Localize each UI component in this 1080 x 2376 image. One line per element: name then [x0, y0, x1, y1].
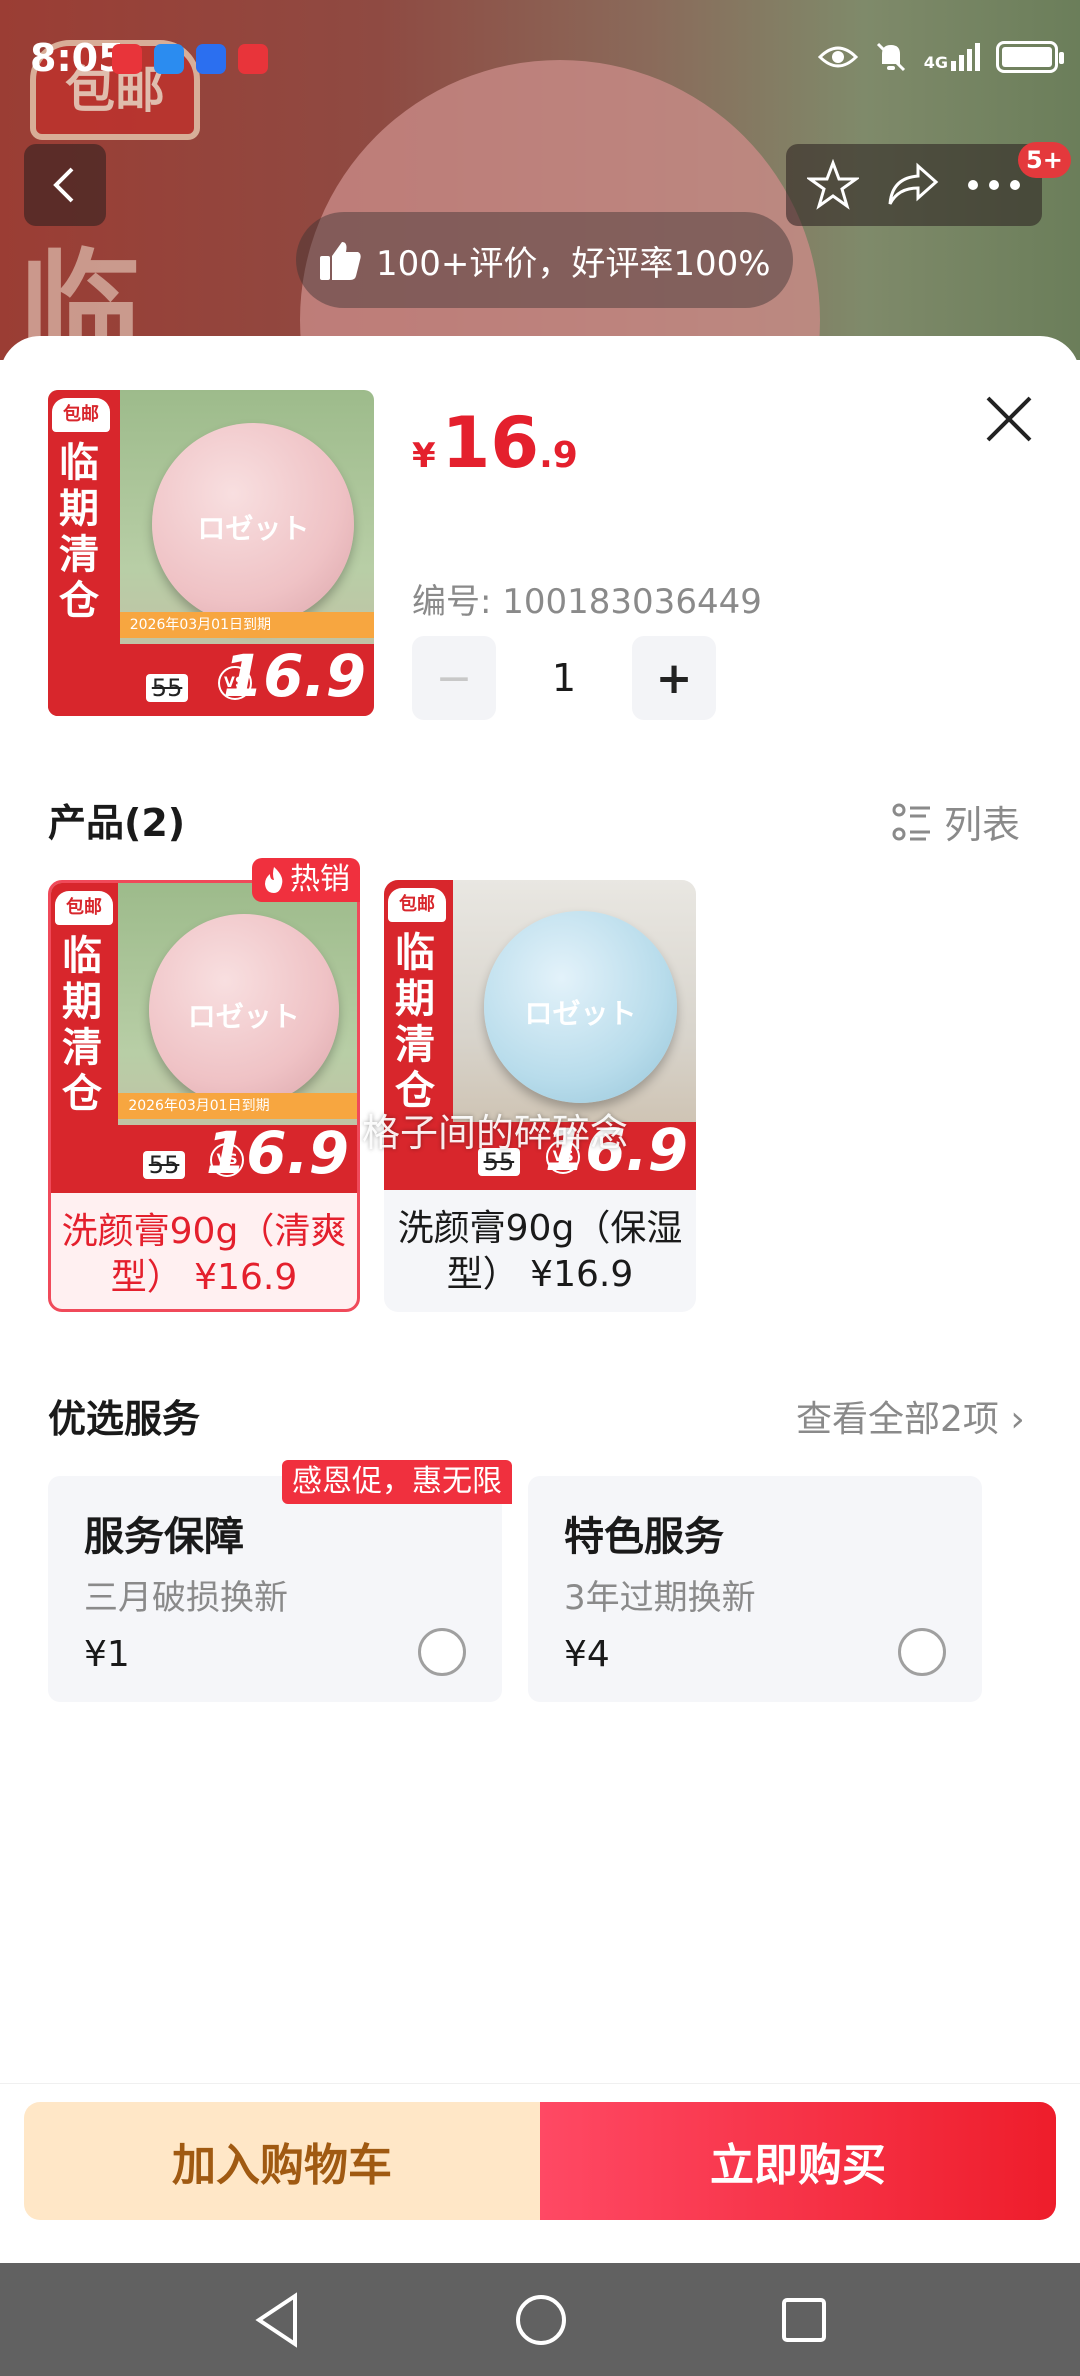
art-vertical-words: 临期清仓 [62, 933, 102, 1117]
system-navigation-bar [0, 2263, 1080, 2376]
network-type: 4G [923, 53, 948, 72]
art-old-price: 55 [145, 674, 189, 702]
review-text: 100+评价，好评率100% [376, 243, 771, 284]
sku-selector-sheet: 包邮 临期清仓 ロゼット 2026年03月01日到期 55 VS 16.9 ¥ … [0, 336, 1080, 2263]
add-to-cart-button[interactable]: 加入购物车 [24, 2102, 540, 2220]
service-subtitle: 三月破损换新 [84, 1578, 288, 1618]
back-button[interactable] [24, 144, 106, 226]
art-brand: ロゼット [197, 512, 310, 546]
more-icon[interactable] [967, 179, 1021, 191]
sku-number: 编号: 100183036449 [412, 582, 762, 622]
action-bar: 加入购物车 立即购买 [0, 2083, 1080, 2263]
product-option-image: 包邮 临期清仓 ロゼット 2026年03月01日到期 55 VS 16.9 [51, 883, 357, 1193]
chevron-left-icon [53, 167, 74, 203]
art-logo: 包邮 [388, 888, 446, 922]
hot-sale-badge: 热销 [252, 858, 360, 902]
art-expiry-date: 2026年03月01日到期 [118, 1092, 357, 1119]
decrease-button[interactable]: − [412, 636, 496, 720]
art-old-price: 55 [142, 1151, 186, 1179]
art-brand: ロゼット [187, 999, 300, 1033]
review-summary[interactable]: 100+评价，好评率100% [296, 212, 793, 308]
price-integer: 16 [441, 402, 540, 484]
mute-bell-icon [876, 42, 905, 72]
nav-recents-icon[interactable] [779, 2295, 829, 2345]
star-icon[interactable] [807, 159, 860, 211]
art-new-price: 16.9 [205, 1119, 349, 1187]
service-subtitle: 3年过期换新 [564, 1578, 756, 1618]
increase-button[interactable]: + [632, 636, 716, 720]
app-notification-icon [112, 44, 142, 74]
app-notification-icon [238, 44, 268, 74]
art-logo: 包邮 [52, 398, 110, 432]
watermark-text: 格子间的碎碎念 [362, 1111, 629, 1155]
hot-sale-label: 热销 [290, 862, 350, 897]
weather-notification-icon [196, 44, 226, 74]
product-art: 包邮 临期清仓 ロゼット 2026年03月01日到期 55 VS 16.9 [51, 883, 357, 1193]
status-bar: 8:05 4G [0, 0, 1080, 118]
art-vertical-words: 临期清仓 [395, 930, 435, 1114]
buy-now-button[interactable]: 立即购买 [540, 2102, 1056, 2220]
list-view-toggle[interactable]: 列表 [892, 794, 1020, 849]
product-option-card[interactable]: 包邮 临期清仓 ロゼット 2026年03月01日到期 55 VS 16.9 洗颜… [48, 880, 360, 1312]
product-option-card[interactable]: 包邮 临期清仓 ロゼット 55 VS 16.9 洗颜膏90g（保湿型） ¥16.… [384, 880, 696, 1312]
thumbs-up-icon [320, 242, 361, 280]
art-expiry-date: 2026年03月01日到期 [119, 611, 374, 638]
message-count-badge: 5+ [1018, 142, 1071, 178]
quantity-stepper: − 1 + [412, 636, 716, 720]
art-vertical-words: 临期清仓 [59, 440, 99, 624]
art-tin: ロゼット [152, 422, 355, 625]
promo-badge: 感恩促，惠无限 [282, 1460, 512, 1504]
share-icon[interactable] [886, 162, 940, 208]
services-section-title: 优选服务 [48, 1397, 201, 1441]
see-all-services-link[interactable]: 查看全部2项 › [796, 1390, 1025, 1442]
service-price: ¥4 [564, 1634, 610, 1675]
notification-icons [112, 44, 268, 74]
status-time: 8:05 [30, 36, 125, 80]
art-tin: ロゼット [483, 911, 678, 1104]
price: ¥ 16 .9 [412, 402, 578, 484]
quantity-value[interactable]: 1 [496, 656, 632, 700]
service-radio[interactable] [898, 1628, 946, 1676]
nav-actions [786, 144, 1042, 226]
price-decimal: .9 [539, 435, 578, 476]
nav-back-icon[interactable] [251, 2291, 303, 2348]
list-icon [892, 803, 930, 840]
close-icon[interactable] [978, 388, 1040, 450]
service-title: 特色服务 [564, 1514, 724, 1560]
price-currency: ¥ [412, 436, 436, 476]
service-card[interactable]: 服务保障 三月破损换新 ¥1 [48, 1476, 502, 1702]
product-art: 包邮 临期清仓 ロゼット 2026年03月01日到期 55 VS 16.9 [48, 390, 374, 716]
eye-icon [817, 46, 858, 68]
art-tin: ロゼット [148, 914, 339, 1107]
product-option-label: 洗颜膏90g（保湿型） ¥16.9 [397, 1208, 683, 1295]
system-icons: 4G [817, 40, 1064, 74]
service-radio[interactable] [418, 1628, 466, 1676]
art-new-price: 16.9 [222, 642, 366, 710]
products-section-title: 产品(2) [48, 801, 186, 845]
service-title: 服务保障 [84, 1514, 244, 1560]
nav-home-icon[interactable] [513, 2292, 569, 2348]
selected-product-thumbnail[interactable]: 包邮 临期清仓 ロゼット 2026年03月01日到期 55 VS 16.9 [48, 390, 374, 716]
art-logo: 包邮 [55, 891, 113, 925]
service-card[interactable]: 特色服务 3年过期换新 ¥4 [528, 1476, 982, 1702]
service-price: ¥1 [84, 1634, 130, 1675]
fire-icon [265, 867, 283, 893]
battery-icon [996, 41, 1064, 73]
art-brand: ロゼット [524, 996, 637, 1030]
message-notification-icon [154, 44, 184, 74]
cellular-signal-icon: 4G [924, 43, 980, 71]
list-toggle-label: 列表 [944, 803, 1021, 847]
product-option-label: 洗颜膏90g（清爽型） ¥16.9 [61, 1211, 347, 1298]
